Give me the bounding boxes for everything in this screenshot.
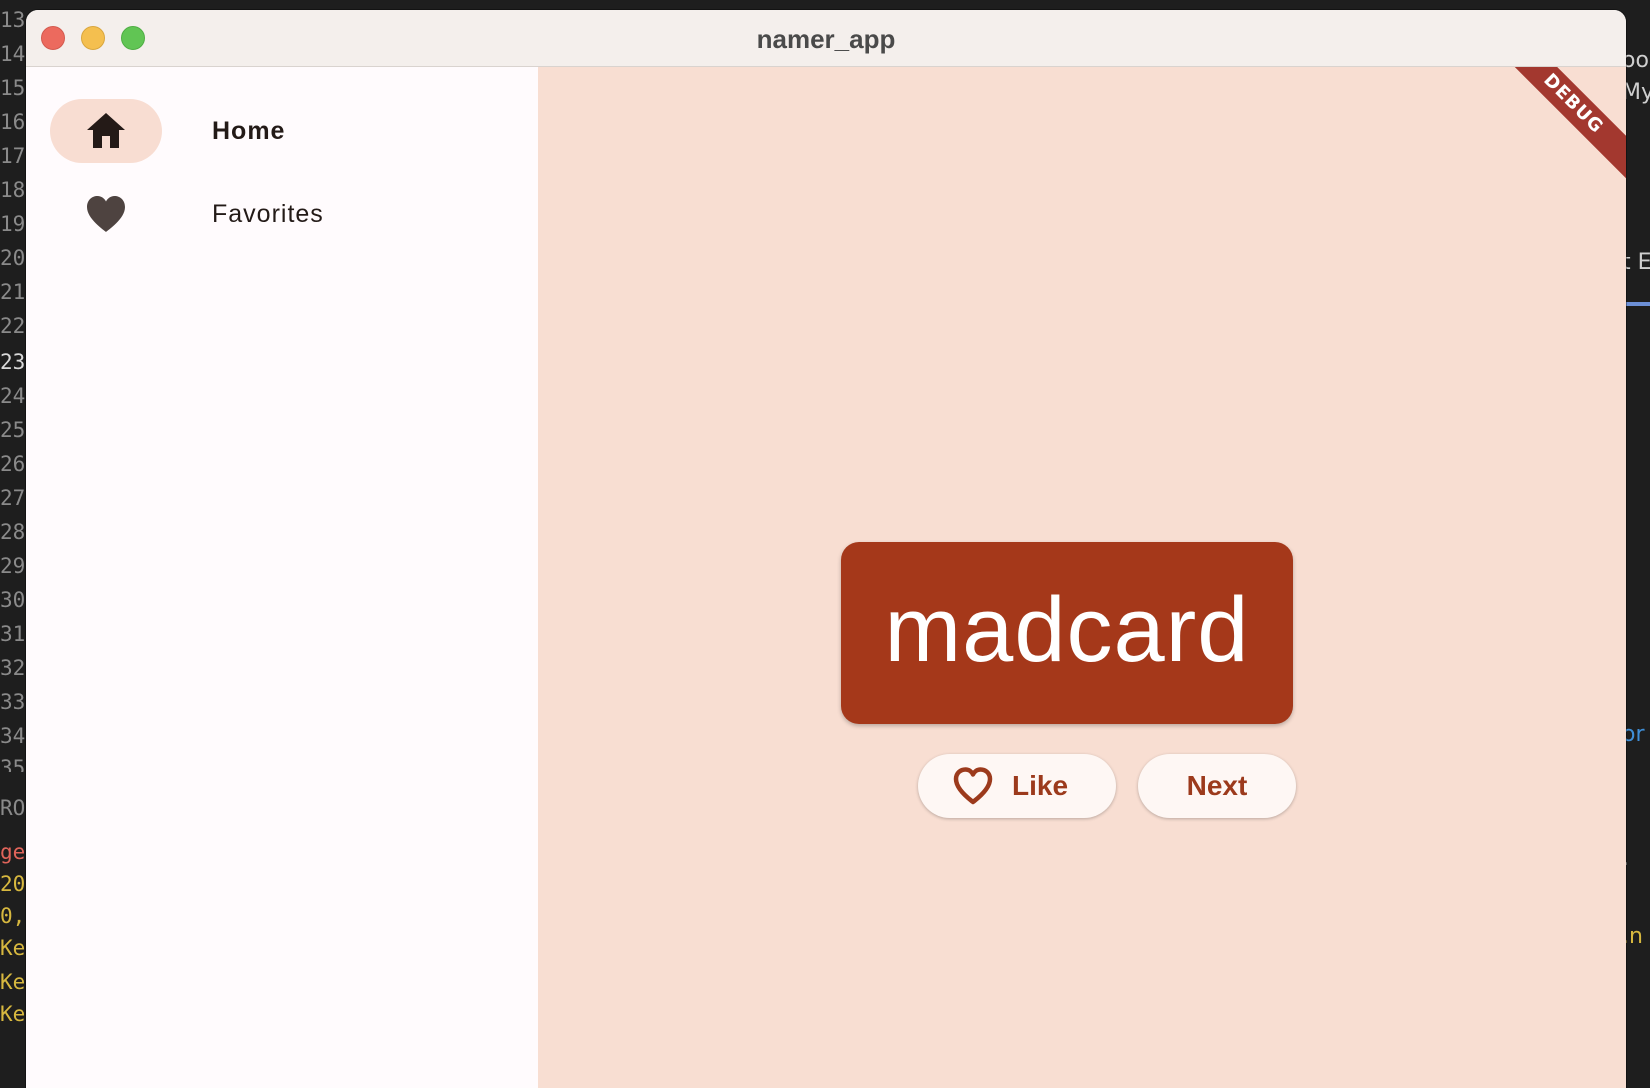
- like-button[interactable]: Like: [918, 754, 1116, 818]
- right-fragment: My: [1622, 80, 1650, 105]
- word-pair-text: madcard: [884, 579, 1250, 681]
- home-icon: [84, 111, 128, 151]
- background-editor-top: [0, 0, 1650, 10]
- nav-item-favorites[interactable]: Favorites: [50, 182, 510, 246]
- window-title: namer_app: [756, 24, 896, 54]
- heart-outline-icon: [951, 765, 995, 807]
- generator-page: DEBUG madcard Like Next: [538, 67, 1626, 1088]
- nav-item-label: Home: [212, 117, 286, 145]
- next-button-label: Next: [1186, 770, 1248, 801]
- word-pair-card: madcard: [841, 542, 1293, 724]
- heart-icon: [84, 194, 128, 234]
- nav-item-home[interactable]: Home: [50, 99, 510, 163]
- navigation-rail: Home Favorites: [26, 67, 538, 1088]
- like-button-label: Like: [1012, 770, 1069, 801]
- right-fragment: t E: [1622, 250, 1650, 275]
- title-bar[interactable]: namer_app: [26, 10, 1626, 67]
- app-window: namer_app Home Favorites DEBUG madcard L…: [26, 10, 1626, 1088]
- debug-banner: DEBUG: [1495, 67, 1626, 182]
- next-button[interactable]: Next: [1138, 754, 1296, 818]
- right-fragment: oo: [1622, 48, 1649, 73]
- nav-item-label: Favorites: [212, 200, 324, 228]
